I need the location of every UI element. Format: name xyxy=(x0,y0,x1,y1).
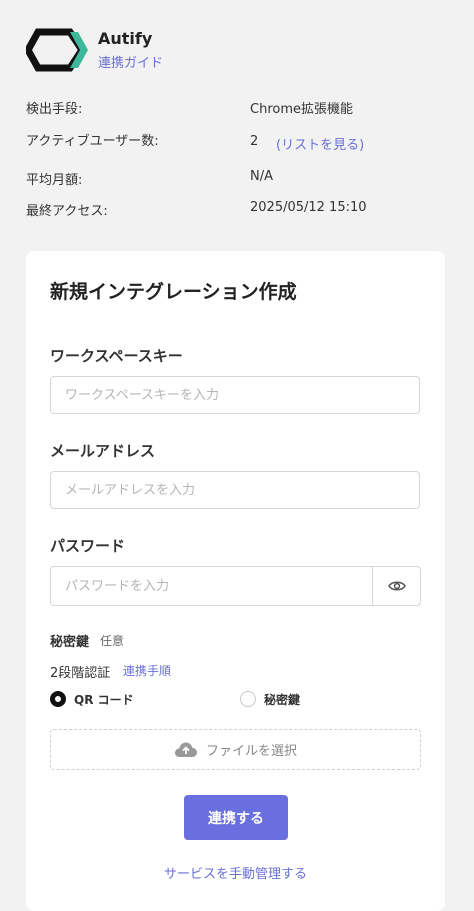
form-title: 新規インテグレーション作成 xyxy=(50,281,297,303)
password-label: パスワード xyxy=(50,537,126,555)
qr-code-radio-label[interactable]: QR コード xyxy=(74,691,134,708)
active-users-label: アクティブユーザー数: xyxy=(26,134,159,149)
qr-code-radio[interactable] xyxy=(50,691,66,707)
last-access-value: 2025/05/12 15:10 xyxy=(250,200,367,215)
view-users-list-link[interactable]: (リストを見る) xyxy=(276,134,364,153)
email-input[interactable] xyxy=(50,471,420,509)
submit-integration-button[interactable]: 連携する xyxy=(184,795,288,840)
two-factor-instructions-link[interactable]: 連携手順 xyxy=(123,662,171,679)
eye-icon xyxy=(387,581,406,591)
integration-guide-link[interactable]: 連携ガイド xyxy=(98,52,163,71)
autify-logo xyxy=(26,28,88,72)
secret-key-radio-label[interactable]: 秘密鍵 xyxy=(264,691,300,708)
avg-monthly-value: N/A xyxy=(250,169,273,184)
two-factor-label: 2段階認証 xyxy=(50,666,111,681)
active-users-value: 2 xyxy=(250,134,259,149)
integration-card: 新規インテグレーション作成 ワークスペースキー メールアドレス パスワード 秘密… xyxy=(26,251,445,911)
last-access-label: 最終アクセス: xyxy=(26,204,108,219)
detection-value: Chrome拡張機能 xyxy=(250,102,353,117)
file-select-dropzone[interactable]: ファイルを選択 xyxy=(50,729,421,770)
optional-tag: 任意 xyxy=(100,634,125,648)
manual-management-link[interactable]: サービスを手動管理する xyxy=(26,863,445,882)
workspace-key-label: ワークスペースキー xyxy=(50,347,183,365)
password-input[interactable] xyxy=(50,566,373,606)
cloud-upload-icon xyxy=(174,742,197,757)
workspace-key-input[interactable] xyxy=(50,376,420,414)
avg-monthly-label: 平均月額: xyxy=(26,173,83,188)
file-select-label: ファイルを選択 xyxy=(205,744,297,759)
detection-label: 検出手段: xyxy=(26,102,83,117)
secret-key-radio[interactable] xyxy=(240,691,256,707)
email-label: メールアドレス xyxy=(50,442,156,460)
secret-key-label: 秘密鍵 xyxy=(50,635,90,650)
app-title: Autify xyxy=(98,29,153,48)
toggle-password-visibility-button[interactable] xyxy=(372,566,421,606)
